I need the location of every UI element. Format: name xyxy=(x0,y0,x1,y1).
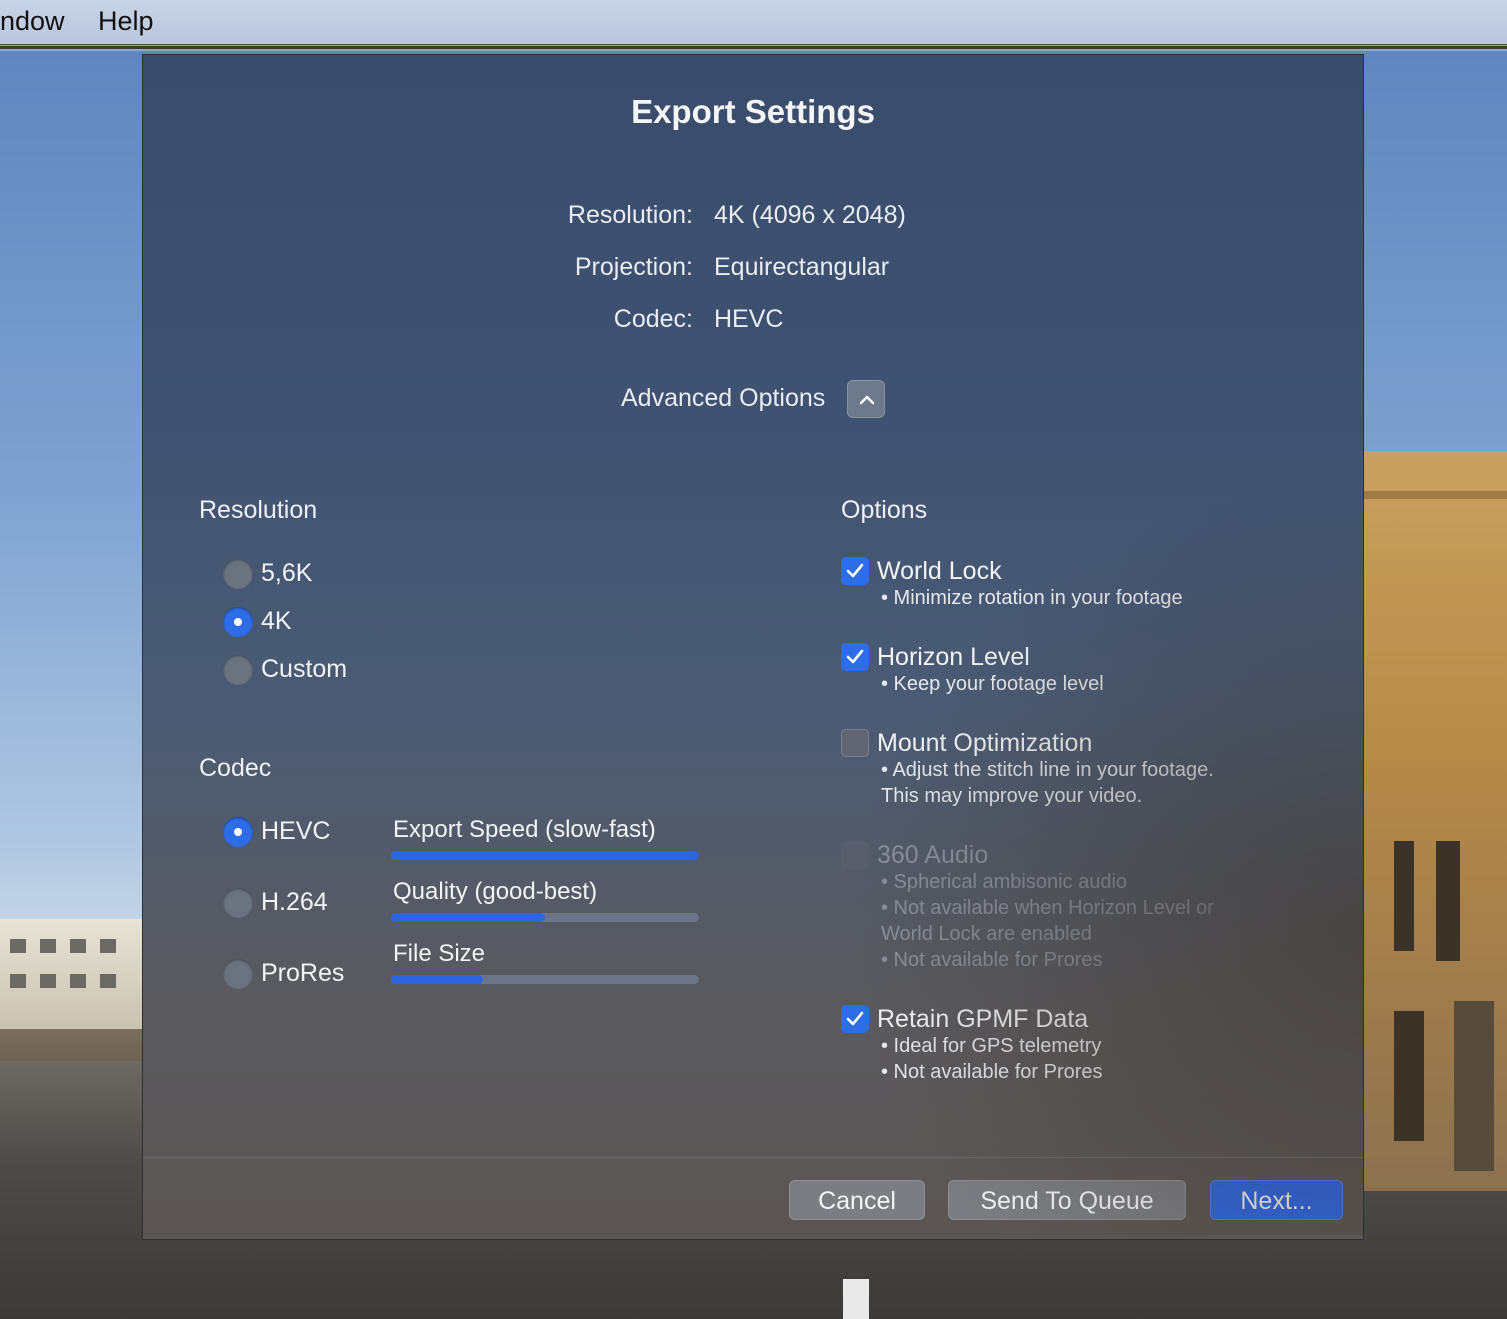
mount-optimization-checkbox[interactable] xyxy=(841,729,869,757)
radio-resolution-4k[interactable] xyxy=(223,607,253,637)
horizon-level-label[interactable]: Horizon Level xyxy=(877,643,1030,672)
codec-section-heading: Codec xyxy=(199,754,272,782)
advanced-options-toggle-button[interactable] xyxy=(847,380,885,418)
world-lock-checkbox[interactable] xyxy=(841,557,869,585)
360-audio-description-line4: • Not available for Prores xyxy=(881,949,1103,971)
summary-resolution-value: 4K (4096 x 2048) xyxy=(714,201,906,229)
next-button[interactable]: Next... xyxy=(1210,1180,1343,1220)
chevron-up-icon xyxy=(859,395,875,405)
menu-help[interactable]: Help xyxy=(98,6,154,37)
distant-buildings xyxy=(0,919,145,1029)
menu-window[interactable]: ndow xyxy=(0,6,65,37)
meter-export-speed xyxy=(391,851,699,860)
radio-codec-prores[interactable] xyxy=(223,959,253,989)
road-marking xyxy=(843,1279,869,1319)
360-audio-checkbox xyxy=(841,841,869,869)
resolution-section-heading: Resolution xyxy=(199,496,318,524)
radio-label-prores[interactable]: ProRes xyxy=(261,959,344,988)
options-section-heading: Options xyxy=(841,496,928,524)
summary-resolution-label: Resolution: xyxy=(567,201,693,229)
retain-gpmf-label[interactable]: Retain GPMF Data xyxy=(877,1005,1088,1034)
export-settings-dialog: Export Settings Resolution: 4K (4096 x 2… xyxy=(142,54,1364,1240)
advanced-options-label: Advanced Options xyxy=(621,384,826,412)
footer-divider xyxy=(143,1157,1363,1158)
summary-projection-value: Equirectangular xyxy=(714,253,890,281)
world-lock-description: • Minimize rotation in your footage xyxy=(881,587,1183,609)
radio-label-custom[interactable]: Custom xyxy=(261,655,347,684)
radio-label-5-6k[interactable]: 5,6K xyxy=(261,559,312,588)
360-audio-description-line1: • Spherical ambisonic audio xyxy=(881,871,1128,893)
retain-gpmf-description-line1: • Ideal for GPS telemetry xyxy=(881,1035,1102,1057)
summary-codec-value: HEVC xyxy=(714,305,784,333)
meter-quality xyxy=(391,913,699,922)
building-right xyxy=(1364,451,1507,1191)
radio-label-hevc[interactable]: HEVC xyxy=(261,817,330,846)
horizon-level-checkbox[interactable] xyxy=(841,643,869,671)
radio-resolution-custom[interactable] xyxy=(223,655,253,685)
menu-bar: ndow Help xyxy=(0,0,1507,45)
mount-optimization-label[interactable]: Mount Optimization xyxy=(877,729,1092,758)
summary-codec-label: Codec: xyxy=(613,305,693,333)
send-to-queue-button[interactable]: Send To Queue xyxy=(948,1180,1186,1220)
cancel-button[interactable]: Cancel xyxy=(789,1180,925,1220)
radio-codec-h264[interactable] xyxy=(223,888,253,918)
360-audio-description-line3: World Lock are enabled xyxy=(881,923,1092,945)
radio-label-h264[interactable]: H.264 xyxy=(261,888,328,917)
meter-file-size xyxy=(391,975,699,984)
horizon-level-description: • Keep your footage level xyxy=(881,673,1104,695)
360-audio-label: 360 Audio xyxy=(877,841,989,869)
world-lock-label[interactable]: World Lock xyxy=(877,557,1002,586)
checkmark-icon xyxy=(846,649,864,664)
menu-separator xyxy=(0,46,1507,49)
checkmark-icon xyxy=(846,1011,864,1026)
meter-label-export-speed: Export Speed (slow-fast) xyxy=(393,816,656,843)
radio-codec-hevc[interactable] xyxy=(223,817,253,847)
summary-projection-label: Projection: xyxy=(574,253,693,281)
radio-label-4k[interactable]: 4K xyxy=(261,607,292,636)
meter-label-quality: Quality (good-best) xyxy=(393,878,598,905)
dialog-title: Export Settings xyxy=(631,93,875,130)
retain-gpmf-checkbox[interactable] xyxy=(841,1005,869,1033)
meter-label-file-size: File Size xyxy=(393,940,486,967)
checkmark-icon xyxy=(846,563,864,578)
mount-optimization-description-line1: • Adjust the stitch line in your footage… xyxy=(881,759,1214,781)
mount-optimization-description-line2: This may improve your video. xyxy=(881,785,1143,807)
radio-resolution-5-6k[interactable] xyxy=(223,559,253,589)
retain-gpmf-description-line2: • Not available for Prores xyxy=(881,1061,1103,1083)
360-audio-description-line2: • Not available when Horizon Level or xyxy=(881,897,1214,919)
